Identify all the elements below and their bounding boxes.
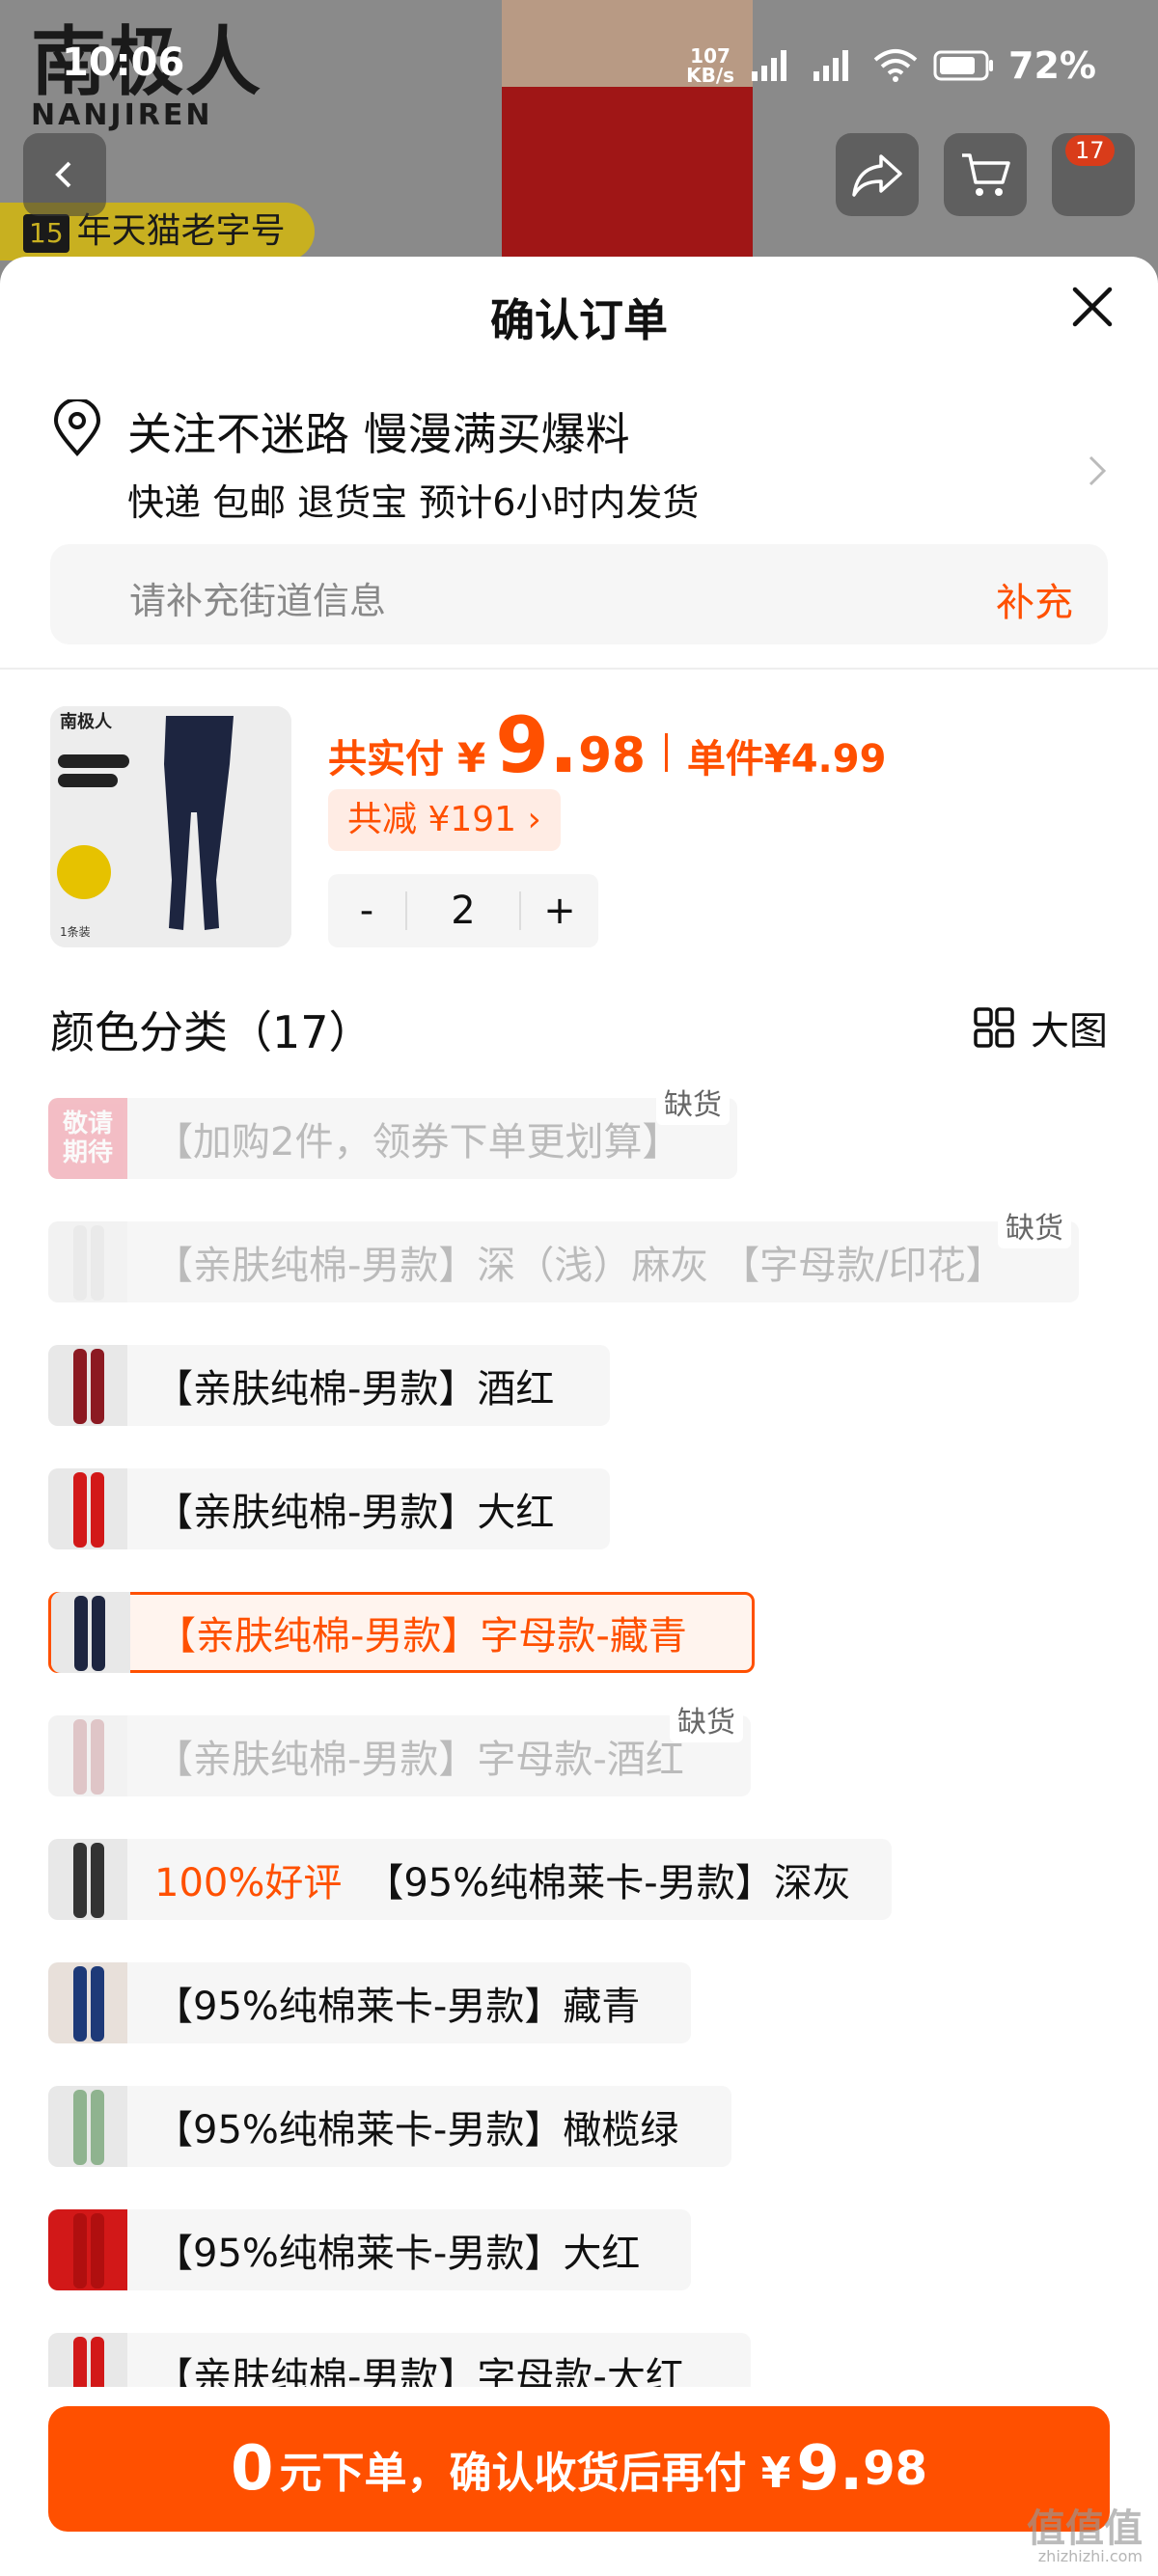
status-time: 10:06 — [62, 41, 185, 85]
cta-text: 元下单，确认收货后再付 ¥ — [279, 2449, 791, 2498]
network-speed-unit: KB/s — [686, 64, 735, 87]
quantity-value[interactable]: 2 — [405, 891, 521, 930]
variant-option[interactable]: 【亲肤纯棉-男款】大红 — [48, 1468, 610, 1549]
saving-badge[interactable]: 共减 ¥191 › — [328, 789, 561, 851]
location-pin-icon — [53, 399, 101, 456]
variant-option[interactable]: 【95%纯棉莱卡-男款】藏青 — [48, 1962, 691, 2043]
street-info-placeholder: 请补充街道信息 — [129, 580, 387, 622]
variant-label: 【加购2件，领券下单更划算】 — [154, 1120, 681, 1165]
close-icon — [1072, 287, 1113, 327]
decrease-button[interactable]: - — [328, 889, 405, 933]
variant-thumb — [48, 1715, 127, 1796]
variant-thumb — [48, 2086, 127, 2167]
variant-label: 【95%纯棉莱卡-男款】藏青 — [154, 1985, 641, 2029]
variant-option[interactable]: 【亲肤纯棉-男款】字母款-酒红 缺货 — [48, 1696, 751, 1796]
big-image-label: 大图 — [1031, 1009, 1108, 1054]
share-icon — [852, 154, 902, 197]
svg-text:1条装: 1条装 — [60, 925, 91, 939]
variant-option[interactable]: 【亲肤纯棉-男款】酒红 — [48, 1345, 610, 1426]
color-category-title: 颜色分类（17） — [50, 1006, 373, 1058]
variant-thumb — [48, 1962, 127, 2043]
total-price-int: 9. — [495, 700, 579, 790]
tmall-badge-num: 15 — [23, 214, 69, 253]
variant-option[interactable]: 【亲肤纯棉-男款】深（浅）麻灰 【字母款/印花】 缺货 — [48, 1202, 1079, 1302]
watermark: 值值值 — [1027, 2507, 1143, 2551]
sold-out-tag: 缺货 — [998, 1202, 1071, 1248]
cta-zero: 0 — [230, 2433, 274, 2505]
variant-option[interactable]: 【95%纯棉莱卡-男款】大红 — [48, 2209, 691, 2290]
variant-label: 【95%纯棉莱卡-男款】大红 — [154, 2232, 641, 2276]
variant-option[interactable]: 【95%纯棉莱卡-男款】橄榄绿 — [48, 2086, 731, 2167]
variant-option[interactable]: 敬请期待 【加购2件，领券下单更划算】 缺货 — [48, 1079, 737, 1179]
svg-text:南极人: 南极人 — [60, 711, 113, 732]
unit-price: ¥4.99 — [763, 737, 887, 781]
variant-option-selected[interactable]: 【亲肤纯棉-男款】字母款-藏青 — [48, 1592, 755, 1673]
variant-label-text: 【95%纯棉莱卡-男款】深灰 — [365, 1861, 851, 1905]
network-speed: 107 KB/s — [686, 46, 734, 85]
signal-icon-2 — [813, 50, 849, 81]
delivery-info: 快递 包邮 退货宝 预计6小时内发货 — [127, 481, 700, 524]
status-bar: 10:06 107 KB/s 72% — [0, 29, 1158, 106]
confirm-order-sheet: 确认订单 关注不迷路 慢漫满买爆料 快递 包邮 退货宝 预计6小时内发货 请补充… — [0, 257, 1158, 2576]
variant-label: 【亲肤纯棉-男款】字母款-酒红 — [154, 1738, 684, 1782]
product-thumbnail: 南极人 1条装 — [50, 706, 291, 947]
tmall-badge-text: 年天猫老字号 — [76, 211, 286, 251]
price-row: 共实付 ¥ 9. 98 单件 ¥4.99 — [328, 700, 886, 790]
variant-thumb — [48, 1221, 127, 1302]
grid-icon — [974, 1007, 1014, 1048]
total-price-dec: 98 — [578, 727, 646, 783]
place-order-button[interactable]: 0 元下单，确认收货后再付 ¥ 9. 98 — [48, 2406, 1110, 2532]
big-image-toggle[interactable]: 大图 — [973, 1000, 1108, 1055]
battery-icon — [933, 50, 994, 81]
supplement-button[interactable]: 补充 — [996, 571, 1073, 627]
variant-thumb: 敬请期待 — [48, 1098, 127, 1179]
variant-thumb — [48, 1839, 127, 1920]
cta-price-int: 9. — [796, 2433, 864, 2505]
increase-button[interactable]: + — [521, 889, 598, 933]
quantity-stepper: - 2 + — [328, 874, 598, 947]
divider — [0, 668, 1158, 670]
watermark-url: zhizhizhi.com — [1037, 2547, 1143, 2565]
variant-label: 【95%纯棉莱卡-男款】橄榄绿 — [154, 2108, 679, 2152]
close-button[interactable] — [1065, 280, 1119, 334]
currency-symbol: ¥ — [457, 734, 486, 781]
total-paid-label: 共实付 — [328, 737, 444, 781]
variant-thumb — [48, 1468, 127, 1549]
variant-label: 【亲肤纯棉-男款】大红 — [154, 1491, 555, 1535]
variant-thumb — [51, 1592, 130, 1673]
cart-icon — [962, 153, 1010, 196]
cta-price-dec: 98 — [863, 2442, 928, 2496]
variant-label: 【亲肤纯棉-男款】字母款-大红 — [154, 2355, 684, 2387]
battery-level: 72% — [1008, 44, 1096, 87]
address-line1: 关注不迷路 慢漫满买爆料 — [127, 408, 630, 460]
cart-button[interactable] — [944, 133, 1027, 216]
chevron-left-icon — [55, 161, 71, 188]
variant-thumb — [48, 2209, 127, 2290]
variant-label: 100%好评 【95%纯棉莱卡-男款】深灰 — [127, 1851, 880, 1907]
signal-icon — [752, 50, 787, 81]
cart-count-badge: 17 — [1065, 135, 1115, 166]
variant-option[interactable]: 100%好评 【95%纯棉莱卡-男款】深灰 — [48, 1839, 892, 1920]
sold-out-tag: 缺货 — [670, 1696, 743, 1742]
sheet-title: 确认订单 — [490, 294, 668, 346]
variant-label: 【亲肤纯棉-男款】字母款-藏青 — [157, 1614, 687, 1658]
variant-clip: 【亲肤纯棉-男款】字母款-大红 — [48, 2333, 1110, 2387]
share-button[interactable] — [836, 133, 919, 216]
sold-out-tag: 缺货 — [656, 1079, 730, 1125]
price-separator — [664, 733, 668, 772]
chevron-right-icon — [1089, 455, 1107, 486]
good-review-badge: 100%好评 — [154, 1861, 343, 1905]
variant-label: 【亲肤纯棉-男款】深（浅）麻灰 【字母款/印花】 — [154, 1244, 1005, 1288]
network-speed-value: 107 — [690, 44, 731, 68]
unit-price-label: 单件 — [686, 737, 764, 781]
variant-option[interactable]: 【亲肤纯棉-男款】字母款-大红 — [48, 2333, 751, 2387]
variant-thumb — [48, 2333, 127, 2387]
back-button[interactable] — [23, 133, 106, 216]
street-info-field[interactable]: 请补充街道信息 补充 — [50, 544, 1108, 644]
product-image[interactable]: 南极人 1条装 — [50, 706, 291, 947]
variant-thumb — [48, 1345, 127, 1426]
status-icons: 107 KB/s 72% — [686, 44, 1096, 87]
variant-label: 【亲肤纯棉-男款】酒红 — [154, 1367, 555, 1411]
wifi-icon — [873, 49, 918, 82]
